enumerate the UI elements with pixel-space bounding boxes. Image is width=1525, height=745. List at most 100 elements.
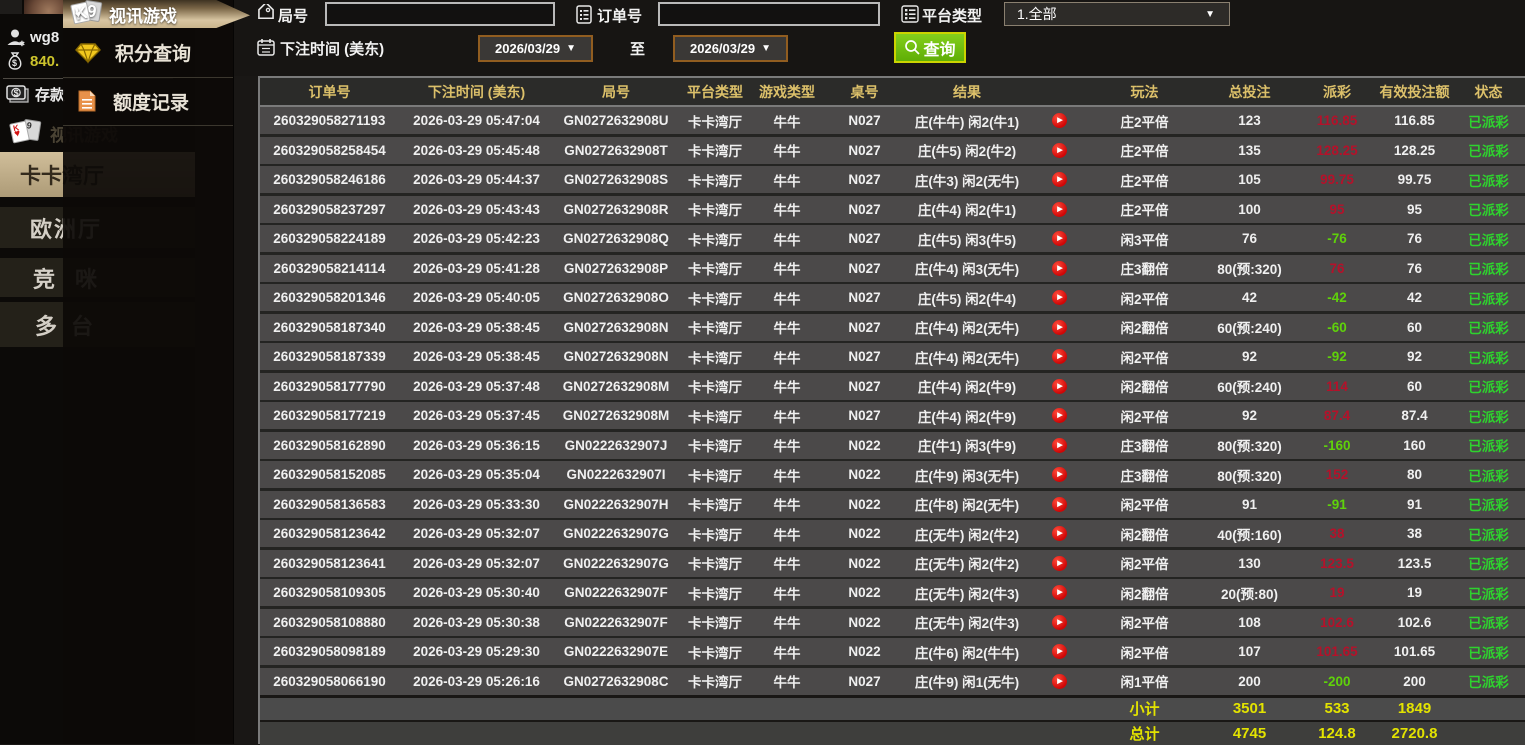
cell-time: 2026-03-29 05:26:16 [399, 668, 554, 695]
cell-round: GN0272632908S [554, 166, 678, 193]
replay-video-button[interactable]: ▶ [1052, 644, 1067, 659]
cell-table: N027 [822, 314, 907, 341]
footer-spacer [1027, 722, 1092, 745]
cell-game: 牛牛 [752, 609, 822, 636]
cell-replay: ▶ [1027, 284, 1092, 311]
cell-play: 庄2平倍 [1092, 107, 1197, 134]
footer-spacer [752, 722, 822, 745]
cell-play: 庄2平倍 [1092, 196, 1197, 223]
order-input[interactable] [658, 2, 880, 26]
replay-video-button[interactable]: ▶ [1052, 202, 1067, 217]
cell-time: 2026-03-29 05:42:23 [399, 225, 554, 252]
column-header: 局号 [554, 78, 678, 105]
cell-valid: 101.65 [1372, 638, 1457, 665]
cell-order: 260329058162890 [260, 432, 399, 459]
replay-video-button[interactable]: ▶ [1052, 261, 1067, 276]
replay-video-button[interactable]: ▶ [1052, 320, 1067, 335]
replay-video-button[interactable]: ▶ [1052, 290, 1067, 305]
replay-video-button[interactable]: ▶ [1052, 438, 1067, 453]
replay-video-button[interactable]: ▶ [1052, 615, 1067, 630]
cell-valid: 92 [1372, 343, 1457, 370]
cell-table: N022 [822, 579, 907, 606]
platform-select[interactable]: 1.全部 ▼ [1004, 2, 1230, 26]
replay-video-button[interactable]: ▶ [1052, 585, 1067, 600]
cell-result: 庄(牛4) 闲2(牛9) [907, 373, 1027, 400]
cell-status: 已派彩 [1457, 196, 1520, 223]
search-button[interactable]: 查询 [894, 32, 966, 63]
play-icon: ▶ [1057, 383, 1062, 390]
cell-bet: 91 [1197, 491, 1302, 518]
replay-video-button[interactable]: ▶ [1052, 497, 1067, 512]
cell-bet: 108 [1197, 609, 1302, 636]
cell-replay: ▶ [1027, 432, 1092, 459]
cell-game: 牛牛 [752, 284, 822, 311]
cell-game: 牛牛 [752, 166, 822, 193]
cell-bet: 60(预:240) [1197, 373, 1302, 400]
cell-platform: 卡卡湾厅 [678, 550, 752, 577]
cell-round: GN0222632907H [554, 491, 678, 518]
cell-order: 260329058109305 [260, 579, 399, 606]
cell-replay: ▶ [1027, 461, 1092, 488]
cell-bet: 135 [1197, 137, 1302, 164]
cell-result: 庄(牛4) 闲2(牛9) [907, 402, 1027, 429]
cell-bet: 130 [1197, 550, 1302, 577]
footer-spacer [260, 698, 399, 720]
replay-video-button[interactable]: ▶ [1052, 349, 1067, 364]
date-to-value: 2026/03/29 [690, 41, 755, 56]
cell-payout: -160 [1302, 432, 1372, 459]
replay-video-button[interactable]: ▶ [1052, 526, 1067, 541]
cell-valid: 80 [1372, 461, 1457, 488]
cell-bet: 92 [1197, 343, 1302, 370]
column-header: 桌号 [822, 78, 907, 105]
replay-video-button[interactable]: ▶ [1052, 172, 1067, 187]
cell-replay: ▶ [1027, 255, 1092, 282]
cell-order: 260329058246186 [260, 166, 399, 193]
menu-item-quota-records[interactable]: 额度记录 [63, 77, 233, 126]
replay-video-button[interactable]: ▶ [1052, 379, 1067, 394]
play-icon: ▶ [1057, 589, 1062, 596]
play-icon: ▶ [1057, 648, 1062, 655]
cell-bet: 42 [1197, 284, 1302, 311]
replay-video-button[interactable]: ▶ [1052, 113, 1067, 128]
table-row: 2603290581772192026-03-29 05:37:45GN0272… [260, 402, 1525, 429]
cell-game: 牛牛 [752, 432, 822, 459]
cell-status: 已派彩 [1457, 314, 1520, 341]
replay-video-button[interactable]: ▶ [1052, 231, 1067, 246]
replay-video-button[interactable]: ▶ [1052, 143, 1067, 158]
cell-table: N022 [822, 491, 907, 518]
cell-game: 牛牛 [752, 491, 822, 518]
cell-round: GN0222632907E [554, 638, 678, 665]
header-spacer [1027, 78, 1092, 105]
replay-video-button[interactable]: ▶ [1052, 408, 1067, 423]
cell-play: 闲2翻倍 [1092, 314, 1197, 341]
cell-status: 已派彩 [1457, 225, 1520, 252]
replay-video-button[interactable]: ▶ [1052, 674, 1067, 689]
menu-item-video-games-active[interactable]: 9 K♥ 视讯游戏 [63, 0, 250, 28]
cell-play: 闲2翻倍 [1092, 520, 1197, 547]
cell-round: GN0272632908M [554, 402, 678, 429]
cell-time: 2026-03-29 05:33:30 [399, 491, 554, 518]
avatar-block [0, 0, 22, 14]
table-row: 2603290582584542026-03-29 05:45:48GN0272… [260, 137, 1525, 164]
cell-bet: 107 [1197, 638, 1302, 665]
cell-status: 已派彩 [1457, 461, 1520, 488]
username: wg8 [30, 29, 59, 46]
cell-platform: 卡卡湾厅 [678, 579, 752, 606]
table-row: 2603290581873392026-03-29 05:38:45GN0272… [260, 343, 1525, 370]
footer-spacer [822, 722, 907, 745]
cell-bet: 105 [1197, 166, 1302, 193]
cell-platform: 卡卡湾厅 [678, 107, 752, 134]
replay-video-button[interactable]: ▶ [1052, 556, 1067, 571]
date-from-picker[interactable]: 2026/03/29 ▼ [478, 35, 593, 62]
menu-item-points-query[interactable]: 积分查询 [63, 28, 233, 78]
replay-video-button[interactable]: ▶ [1052, 467, 1067, 482]
cell-result: 庄(牛5) 闲3(牛5) [907, 225, 1027, 252]
cell-platform: 卡卡湾厅 [678, 255, 752, 282]
cell-play: 庄3翻倍 [1092, 432, 1197, 459]
round-input[interactable] [325, 2, 555, 26]
date-to-picker[interactable]: 2026/03/29 ▼ [673, 35, 788, 62]
cell-order: 260329058136583 [260, 491, 399, 518]
cell-time: 2026-03-29 05:32:07 [399, 550, 554, 577]
round-label: 局号 [278, 5, 308, 26]
cell-replay: ▶ [1027, 343, 1092, 370]
